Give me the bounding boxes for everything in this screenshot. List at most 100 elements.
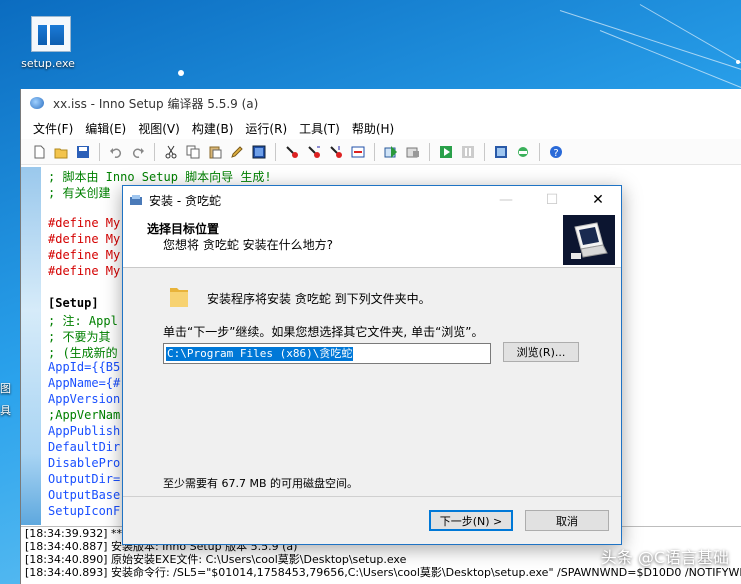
installer-icon	[130, 195, 142, 205]
code-line: DisablePro	[48, 456, 121, 470]
menu-run[interactable]: 运行(R)	[239, 120, 293, 137]
help-icon: ?	[550, 145, 562, 159]
code-line: DefaultDir	[48, 440, 121, 454]
destination-path-value: C:\Program Files (x86)\贪吃蛇	[166, 347, 354, 361]
maximize-button[interactable]: ☐	[529, 186, 575, 214]
code-line: OutputBase	[48, 488, 121, 502]
editor-gutter	[21, 167, 41, 525]
sparkle	[178, 70, 184, 76]
replace-button[interactable]	[326, 142, 346, 162]
select-all-icon	[252, 145, 266, 158]
code-line: ; (生成新的	[48, 346, 118, 360]
goto-button[interactable]	[348, 142, 368, 162]
browse-button[interactable]: 浏览(R)...	[503, 342, 579, 362]
cancel-button[interactable]: 取消	[525, 510, 609, 531]
find-next-icon	[308, 145, 320, 158]
editor-title: xx.iss - Inno Setup 编译器 5.5.9 (a)	[53, 96, 259, 111]
open-folder-icon	[54, 148, 68, 158]
options-button[interactable]	[513, 142, 533, 162]
code-line: #define My	[48, 232, 121, 246]
disk-space-text: 至少需要有 67.7 MB 的可用磁盘空间。	[163, 477, 359, 490]
pause-button[interactable]	[458, 142, 478, 162]
wizard-footer: 下一步(N) > 取消	[123, 496, 621, 544]
page-subtitle: 您想将 贪吃蛇 安装在什么地方?	[163, 238, 333, 252]
code-line: AppId={{B5	[48, 360, 121, 374]
options-icon	[518, 146, 528, 157]
code-line: SetupIconF	[48, 504, 121, 518]
copy-button[interactable]	[183, 142, 203, 162]
instruction-text: 单击“下一步”继续。如果您想选择其它文件夹, 单击“浏览”。	[163, 325, 484, 339]
close-icon: ✕	[592, 192, 604, 208]
watermark: 头条 @C语言基础	[600, 548, 729, 567]
cut-button[interactable]	[161, 142, 181, 162]
edit-button[interactable]	[227, 142, 247, 162]
desktop-fragment: 图	[0, 382, 11, 395]
dialog-title: 安装 - 贪吃蛇	[149, 193, 221, 208]
code-line: AppPublish	[48, 424, 121, 438]
destination-path-input[interactable]: C:\Program Files (x86)\贪吃蛇	[163, 343, 491, 364]
close-button[interactable]: ✕	[575, 186, 621, 214]
code-line: ; 有关创建	[48, 186, 111, 200]
code-line: ;AppVerNam	[48, 408, 121, 422]
setup-exe-icon	[31, 16, 71, 52]
code-line: [Setup]	[48, 296, 99, 310]
menu-build[interactable]: 构建(B)	[186, 120, 240, 137]
desktop-icon-setup[interactable]: setup.exe	[21, 16, 80, 70]
menu-view[interactable]: 视图(V)	[132, 120, 186, 137]
code-line: AppVersion	[48, 392, 121, 406]
code-line: ; 脚本由 Inno Setup 脚本向导 生成!	[48, 170, 272, 184]
setup-wizard-dialog: 安装 - 贪吃蛇 — ☐ ✕ 选择目标位置 您想将 贪吃蛇 安装在什么地方? 安…	[122, 185, 622, 545]
save-icon	[77, 145, 89, 158]
svg-text:?: ?	[553, 148, 558, 159]
wizard-page-header: 选择目标位置 您想将 贪吃蛇 安装在什么地方?	[123, 214, 621, 268]
replace-icon	[330, 145, 342, 158]
help-button[interactable]: ?	[546, 142, 566, 162]
code-line: OutputDir=	[48, 472, 121, 486]
install-destination-text: 安装程序将安装 贪吃蛇 到下列文件夹中。	[207, 292, 431, 306]
sparkle	[736, 60, 740, 64]
compile-button[interactable]	[381, 142, 401, 162]
save-button[interactable]	[73, 142, 93, 162]
new-file-button[interactable]	[29, 142, 49, 162]
desktop-fragment: 具	[0, 404, 11, 417]
maximize-icon: ☐	[545, 192, 559, 208]
code-line: AppName={#	[48, 376, 121, 390]
menu-file[interactable]: 文件(F)	[27, 120, 79, 137]
copy-icon	[186, 145, 200, 158]
folder-icon	[169, 284, 189, 308]
editor-titlebar[interactable]: xx.iss - Inno Setup 编译器 5.5.9 (a)	[21, 89, 741, 117]
toolbar: ?	[21, 139, 741, 165]
undo-button[interactable]	[106, 142, 126, 162]
undo-icon	[110, 147, 122, 158]
select-all-button[interactable]	[249, 142, 269, 162]
minimize-button[interactable]: —	[483, 186, 529, 214]
new-file-icon	[34, 145, 45, 158]
page-title: 选择目标位置	[147, 222, 220, 236]
redo-button[interactable]	[128, 142, 148, 162]
menu-help[interactable]: 帮助(H)	[346, 120, 400, 137]
desktop-icon-label: setup.exe	[21, 57, 75, 70]
paste-button[interactable]	[205, 142, 225, 162]
code-line: #define My	[48, 248, 121, 262]
open-file-button[interactable]	[51, 142, 71, 162]
code-line: #define My	[48, 216, 121, 230]
run-icon	[440, 145, 452, 158]
paste-icon	[209, 146, 222, 158]
run-button[interactable]	[436, 142, 456, 162]
menu-bar: 文件(F) 编辑(E) 视图(V) 构建(B) 运行(R) 工具(T) 帮助(H…	[21, 117, 741, 139]
inno-setup-app-icon	[29, 96, 45, 110]
compile-icon	[384, 145, 397, 158]
scissors-icon	[165, 145, 177, 158]
find-button[interactable]	[282, 142, 302, 162]
light-streak	[559, 10, 741, 73]
pencil-icon	[231, 145, 243, 158]
wizard-button[interactable]	[491, 142, 511, 162]
next-button[interactable]: 下一步(N) >	[429, 510, 513, 531]
stop-compile-button[interactable]	[403, 142, 423, 162]
menu-tools[interactable]: 工具(T)	[293, 120, 346, 137]
menu-edit[interactable]: 编辑(E)	[79, 120, 132, 137]
find-next-button[interactable]	[304, 142, 324, 162]
wizard-icon	[495, 145, 507, 158]
code-line: #define My	[48, 264, 121, 278]
stop-compile-icon	[406, 147, 419, 157]
